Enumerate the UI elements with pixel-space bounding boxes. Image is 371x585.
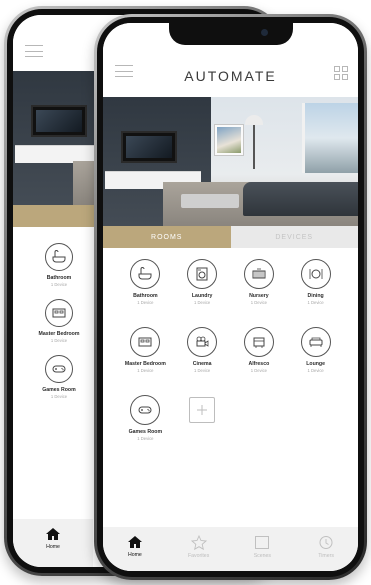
crib-icon	[243, 259, 274, 289]
phone-notch	[168, 23, 293, 45]
room-device-count: 1 Device	[137, 368, 154, 373]
clock-icon	[319, 536, 333, 549]
room-name: Dining	[307, 293, 324, 299]
back-bottom-nav: Home	[13, 519, 93, 567]
bathtub-icon	[45, 243, 73, 271]
nav-label: Home	[127, 552, 142, 558]
bed-icon	[45, 299, 73, 327]
menu-icon[interactable]	[25, 45, 43, 57]
rooms-grid: Bathroom 1 Device Laundry 1 Device Nurse…	[103, 259, 358, 453]
room-device-tabs: ROOMS DEVICES	[103, 226, 358, 248]
projector-icon	[187, 327, 218, 357]
room-device-count: 1 Device	[50, 338, 68, 343]
room-tile-cinema[interactable]: Cinema 1 Device	[174, 327, 231, 385]
back-rooms-list: Bathroom 1 Device Master Bedroom 1 Devic…	[25, 243, 93, 399]
room-tile-master-bedroom[interactable]: Master Bedroom 1 Device	[117, 327, 174, 385]
home-icon	[46, 528, 60, 540]
room-tile-master-bedroom[interactable]: Master Bedroom 1 Device	[25, 299, 93, 343]
nav-timers[interactable]: Timers	[294, 527, 358, 571]
brand-logo: AUTOMATE	[184, 68, 277, 84]
nav-home[interactable]: Home	[13, 519, 93, 567]
room-tile-lounge[interactable]: Lounge 1 Device	[287, 327, 344, 385]
front-phone: AUTOMATE ROOMS DEVICES Bathroom 1 Device…	[94, 14, 367, 580]
app-showcase: ROOMS Bathroom 1 Device Master Bedroom 1…	[0, 0, 371, 585]
camera-icon	[260, 29, 268, 36]
add-room-tile[interactable]	[174, 395, 231, 453]
room-tile-bathroom[interactable]: Bathroom 1 Device	[25, 243, 93, 287]
washer-icon	[187, 259, 218, 289]
tab-devices[interactable]: DEVICES	[230, 226, 358, 248]
room-name: Cinema	[192, 361, 212, 367]
gamepad-icon	[45, 355, 73, 383]
bathtub-icon	[130, 259, 161, 289]
room-name: Bathroom	[133, 293, 158, 299]
tab-rooms[interactable]: ROOMS	[103, 226, 231, 248]
room-tile-games-room[interactable]: Games Room 1 Device	[117, 395, 174, 453]
bed-icon	[130, 327, 161, 357]
room-name: Master Bedroom	[38, 331, 80, 337]
sofa-icon	[300, 327, 331, 357]
room-name: Games Room	[128, 429, 163, 435]
bottom-nav: Home Favorites Scenes Timers	[103, 527, 358, 571]
room-device-count: 1 Device	[50, 282, 68, 287]
room-device-count: 1 Device	[193, 300, 211, 305]
room-device-count: 1 Device	[193, 368, 211, 373]
nav-label: Scenes	[253, 553, 272, 559]
room-tile-games-room[interactable]: Games Room 1 Device	[25, 355, 93, 399]
hero-room-image	[103, 97, 358, 226]
home-icon	[127, 536, 142, 548]
room-tile-alfresco[interactable]: Alfresco 1 Device	[231, 327, 288, 385]
nav-home[interactable]: Home	[103, 527, 167, 571]
front-phone-screen: AUTOMATE ROOMS DEVICES Bathroom 1 Device…	[103, 23, 358, 571]
room-name: Bathroom	[46, 275, 72, 281]
room-name: Alfresco	[248, 361, 270, 367]
room-tile-laundry[interactable]: Laundry 1 Device	[174, 259, 231, 317]
room-tile-nursery[interactable]: Nursery 1 Device	[231, 259, 288, 317]
nav-favorites[interactable]: Favorites	[167, 527, 231, 571]
plate-icon	[300, 259, 331, 289]
room-device-count: 1 Device	[50, 394, 68, 399]
grid-view-icon[interactable]	[334, 66, 348, 80]
room-name: Lounge	[306, 361, 325, 367]
room-tile-bathroom[interactable]: Bathroom 1 Device	[117, 259, 174, 317]
room-device-count: 1 Device	[137, 436, 154, 441]
nav-scenes[interactable]: Scenes	[231, 527, 295, 571]
room-name: Master Bedroom	[124, 361, 166, 367]
nav-label: Timers	[318, 553, 334, 559]
room-tile-dining[interactable]: Dining 1 Device	[287, 259, 344, 317]
star-icon	[190, 535, 207, 550]
room-name: Laundry	[191, 293, 213, 299]
scene-icon	[255, 536, 270, 549]
plus-icon[interactable]	[189, 397, 216, 423]
tv-illustration	[121, 131, 177, 163]
room-device-count: 1 Device	[137, 300, 154, 305]
room-device-count: 1 Device	[307, 368, 324, 373]
room-device-count: 1 Device	[307, 300, 324, 305]
grill-icon	[243, 327, 274, 357]
room-device-count: 1 Device	[250, 368, 268, 373]
room-name: Nursery	[249, 293, 269, 299]
room-device-count: 1 Device	[250, 300, 268, 305]
gamepad-icon	[130, 395, 161, 425]
room-name: Games Room	[42, 387, 76, 393]
nav-label: Home	[46, 544, 60, 550]
nav-label: Favorites	[187, 553, 210, 559]
